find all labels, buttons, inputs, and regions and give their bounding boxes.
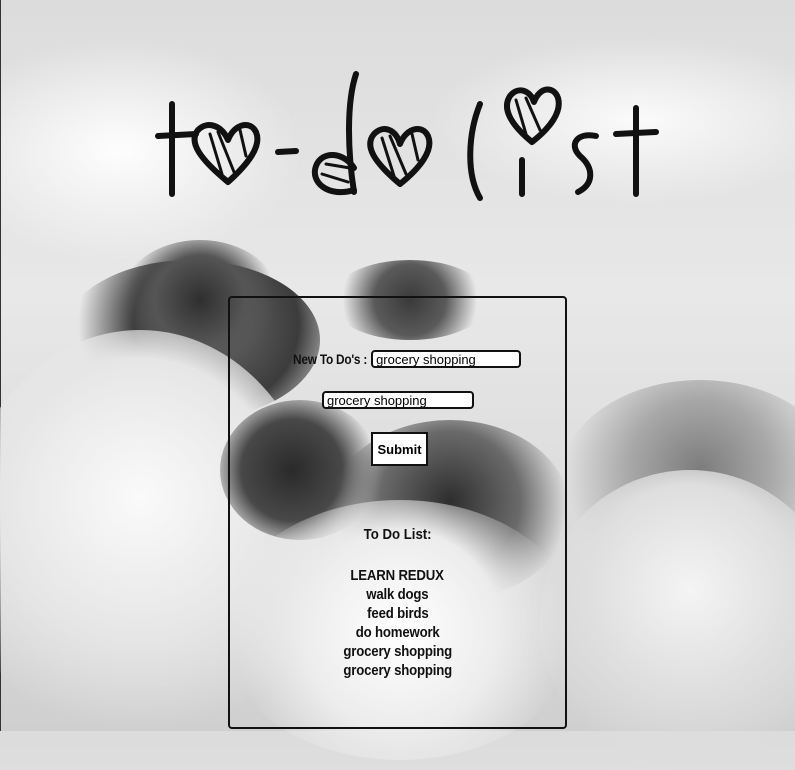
new-todo-input[interactable] [371,350,522,368]
list-item-text: grocery shopping [343,662,452,679]
title-logo [155,71,659,201]
new-todo-label: New To Do's : [293,351,368,367]
echo-input[interactable] [322,391,474,409]
list-item: grocery shopping [230,661,565,680]
list-item: do homework [230,623,565,642]
list-item: feed birds [230,604,565,623]
list-item-text: walk dogs [366,586,429,603]
todo-list: LEARN REDUX walk dogs feed birds do home… [230,566,565,680]
submit-button[interactable]: Submit [371,432,428,466]
list-item: grocery shopping [230,642,565,661]
list-item-text: grocery shopping [343,643,452,660]
todo-panel: New To Do's : Submit To Do List: LEARN R… [228,296,567,729]
list-heading-text: To Do List: [363,526,432,543]
list-item: LEARN REDUX [230,566,565,585]
list-item: walk dogs [230,585,565,604]
new-todo-row: New To Do's : [280,350,522,368]
list-item-text: do homework [355,624,440,641]
echo-row [322,391,474,410]
list-heading: To Do List: [230,526,565,543]
list-item-text: feed birds [366,605,429,622]
list-item-text: LEARN REDUX [350,567,445,584]
